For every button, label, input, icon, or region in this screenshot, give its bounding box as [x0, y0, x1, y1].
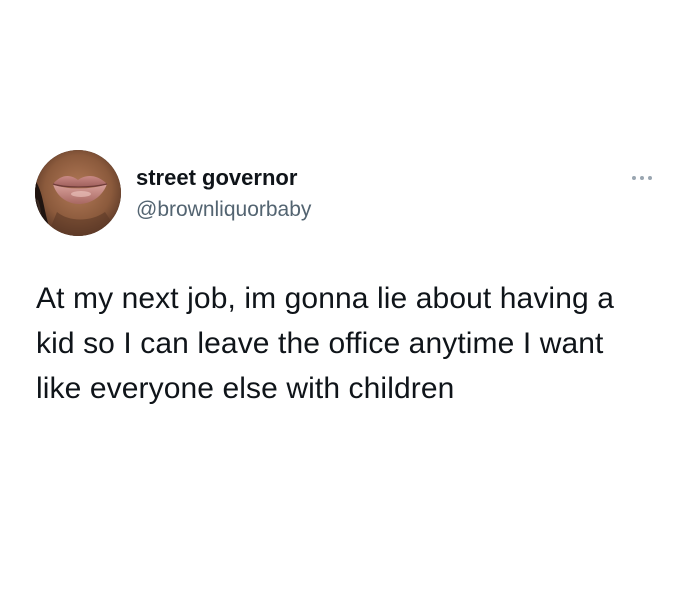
tweet-text: At my next job, im gonna lie about havin… — [36, 282, 614, 405]
more-options-icon — [632, 176, 652, 180]
profile-photo-icon — [35, 150, 121, 236]
author-display-name[interactable]: street governor — [136, 164, 297, 192]
author-handle[interactable]: @brownliquorbaby — [136, 196, 311, 224]
more-options-button[interactable] — [622, 166, 662, 190]
tweet-card: street governor @brownliquorbaby At my n… — [0, 0, 700, 611]
avatar[interactable] — [35, 150, 121, 236]
